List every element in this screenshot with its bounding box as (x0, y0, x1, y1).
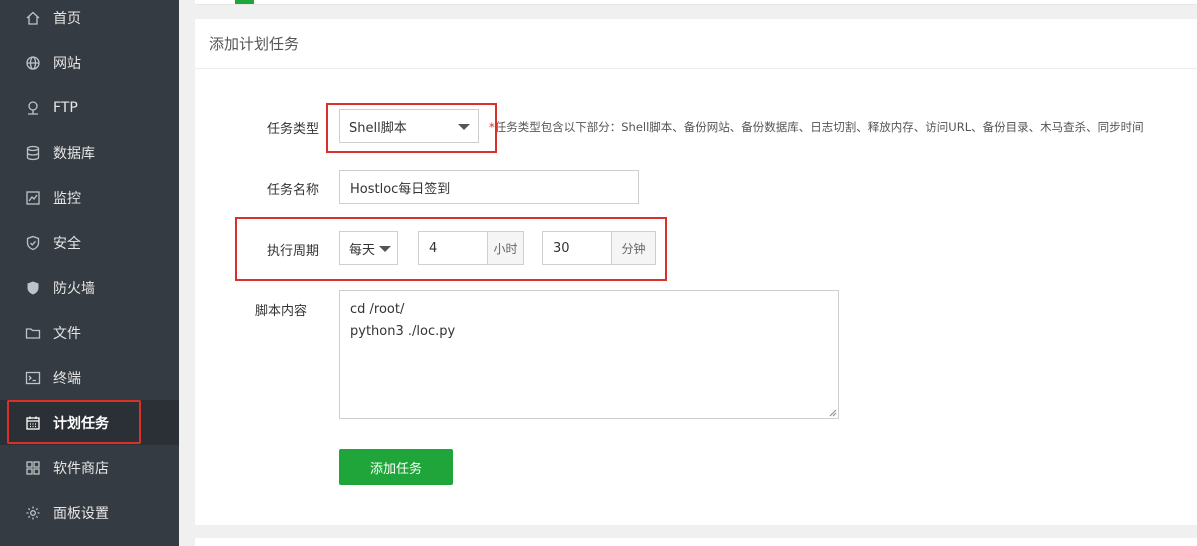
sidebar-item-security[interactable]: 安全 (0, 220, 179, 265)
chevron-down-icon (379, 246, 391, 252)
task-type-select[interactable]: Shell脚本 (339, 109, 479, 143)
resize-handle-icon[interactable] (829, 409, 837, 417)
add-task-panel: 添加计划任务 任务类型 Shell脚本 *任务类型包含以下部分：Shell脚本、… (195, 19, 1197, 525)
period-cycle-value: 每天 (349, 242, 376, 258)
minute-unit: 分钟 (612, 231, 656, 265)
sidebar-item-label: 数据库 (53, 145, 95, 162)
grid-icon (25, 460, 41, 476)
task-type-label: 任务类型 (267, 122, 320, 137)
sidebar-item-label: 面板设置 (53, 505, 109, 522)
panel-title: 添加计划任务 (195, 19, 1197, 69)
sidebar-item-store[interactable]: 软件商店 (0, 445, 179, 490)
terminal-icon (25, 370, 41, 386)
sidebar-item-label: 网站 (53, 55, 81, 72)
hour-unit: 小时 (488, 231, 524, 265)
top-tab-strip (195, 0, 1197, 5)
sidebar-item-label: 监控 (53, 190, 81, 207)
sidebar-item-firewall[interactable]: 防火墙 (0, 265, 179, 310)
shield-check-icon (25, 235, 41, 251)
period-label: 执行周期 (267, 244, 320, 259)
script-textarea[interactable]: cd /root/ python3 ./loc.py (339, 290, 839, 419)
sidebar-item-ftp[interactable]: FTP (0, 85, 179, 130)
chevron-down-icon (458, 124, 470, 130)
sidebar-item-files[interactable]: 文件 (0, 310, 179, 355)
sidebar-item-settings[interactable]: 面板设置 (0, 490, 179, 535)
gear-icon (25, 505, 41, 521)
shield-icon (25, 280, 41, 296)
folder-icon (25, 325, 41, 341)
sidebar-item-monitor[interactable]: 监控 (0, 175, 179, 220)
monitor-icon (25, 190, 41, 206)
add-task-button[interactable]: 添加任务 (339, 449, 453, 485)
sidebar-item-terminal[interactable]: 终端 (0, 355, 179, 400)
sidebar-item-label: 安全 (53, 235, 81, 252)
sidebar-item-label: 文件 (53, 325, 81, 342)
sidebar-item-label: 防火墙 (53, 280, 95, 297)
period-cycle-select[interactable]: 每天 (339, 231, 398, 265)
task-type-hint: *任务类型包含以下部分：Shell脚本、备份网站、备份数据库、日志切割、释放内存… (489, 120, 1144, 134)
sidebar-item-website[interactable]: 网站 (0, 40, 179, 85)
sidebar-item-label: 计划任务 (53, 415, 109, 432)
database-icon (25, 145, 41, 161)
minute-input[interactable]: 30 (542, 231, 612, 265)
calendar-icon (25, 415, 41, 431)
sidebar-item-home[interactable]: 首页 (0, 0, 179, 40)
sidebar-item-database[interactable]: 数据库 (0, 130, 179, 175)
sidebar-item-label: 终端 (53, 370, 81, 387)
task-name-label: 任务名称 (267, 183, 320, 198)
task-type-value: Shell脚本 (349, 120, 407, 136)
sidebar-item-label: FTP (53, 99, 78, 116)
globe-icon (25, 55, 41, 71)
next-panel-edge (195, 538, 1197, 546)
hour-input[interactable]: 4 (418, 231, 488, 265)
script-label: 脚本内容 (255, 304, 308, 319)
task-name-input[interactable]: Hostloc每日签到 (339, 170, 639, 204)
sidebar: 首页 网站 FTP 数据库 监控 安全 防火墙 文件 终端 计划任务 软件商店 (0, 0, 179, 546)
sidebar-item-label: 软件商店 (53, 460, 109, 477)
ftp-icon (25, 100, 41, 116)
active-tab-indicator (235, 0, 254, 4)
sidebar-item-label: 首页 (53, 10, 81, 27)
home-icon (25, 10, 41, 26)
sidebar-item-cron[interactable]: 计划任务 (0, 400, 179, 445)
